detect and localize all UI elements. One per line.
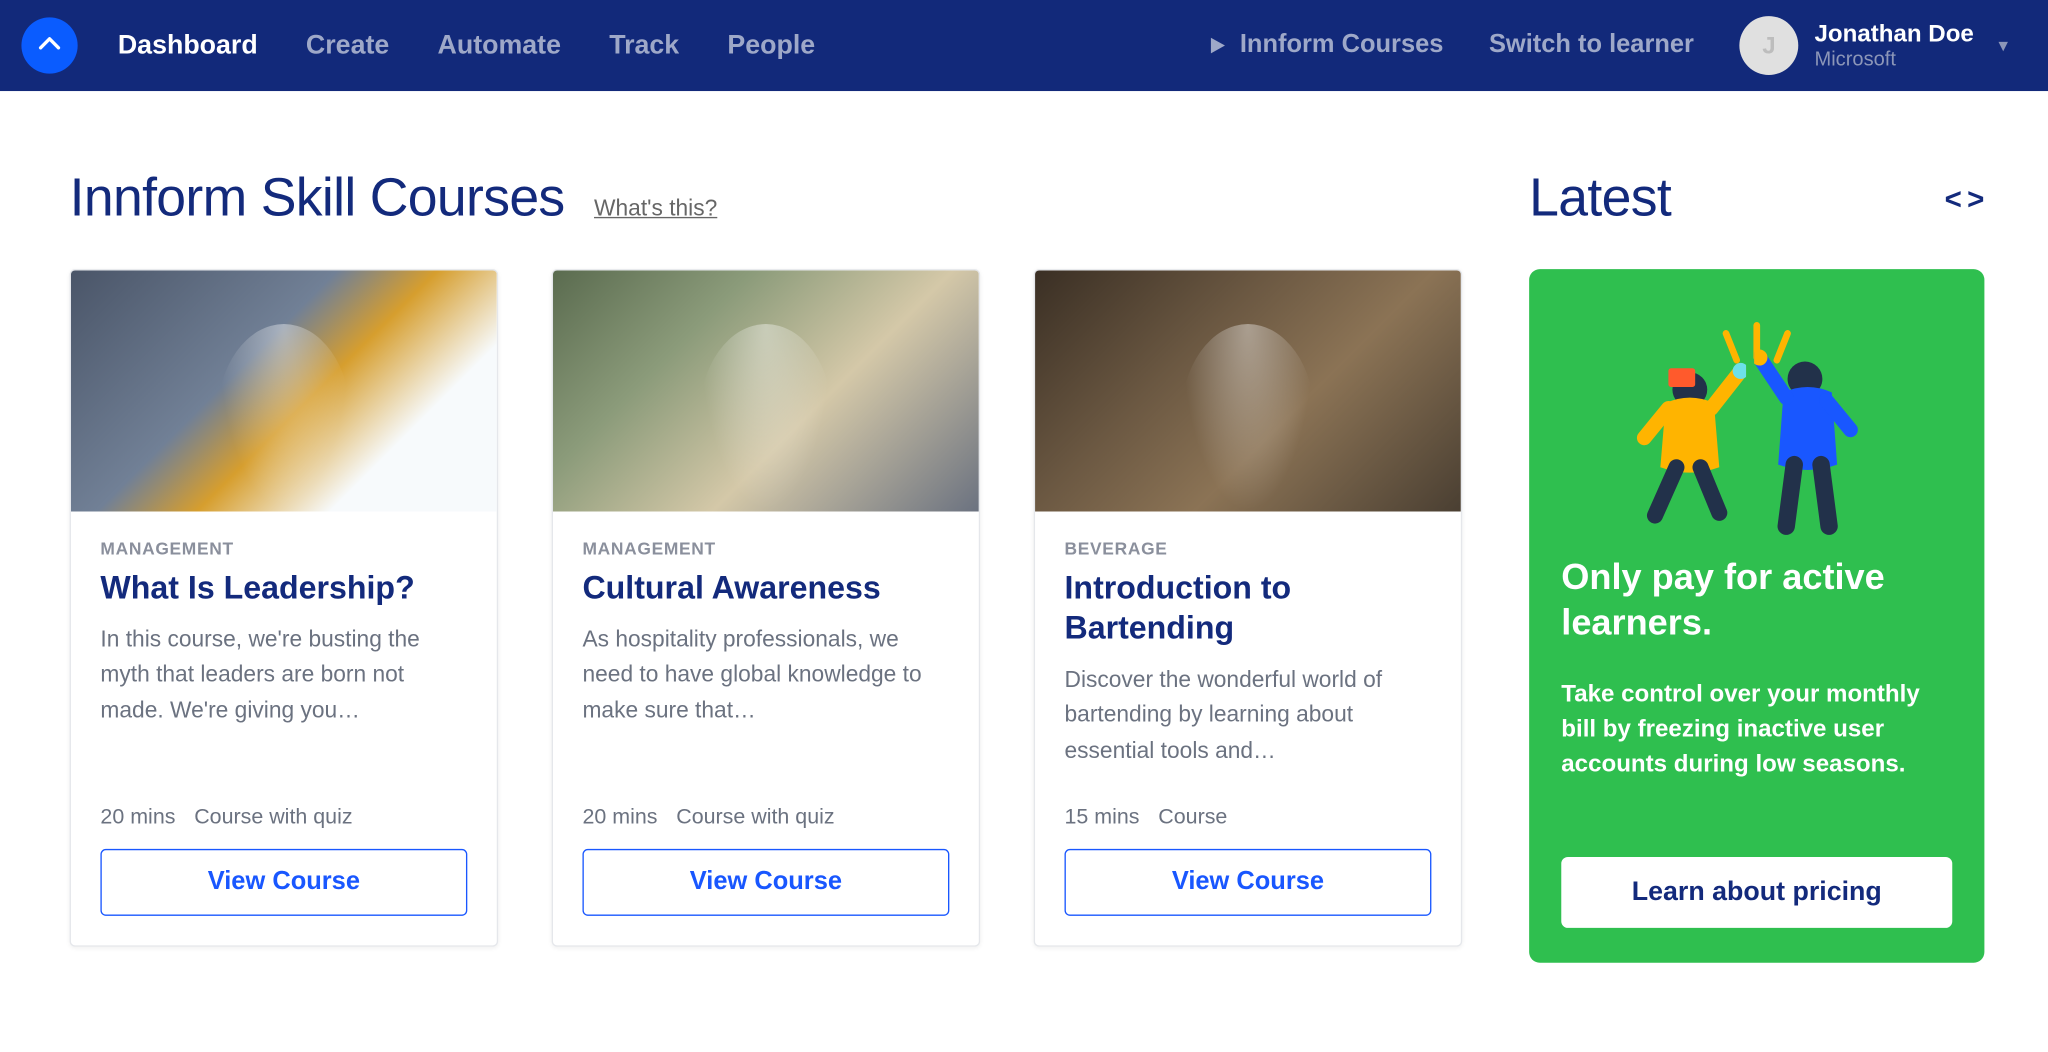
chevron-down-icon: ▼ [1995,36,2011,55]
course-category: MANAGEMENT [582,538,949,558]
promo-card: Only pay for active learners. Take contr… [1529,269,1984,963]
innform-courses-link[interactable]: Innform Courses [1208,31,1444,60]
content: Innform Skill Courses What's this? MANAG… [0,91,2048,1016]
promo-text: Take control over your monthly bill by f… [1561,676,1952,781]
nav-people[interactable]: People [727,30,815,61]
nav-automate[interactable]: Automate [437,30,561,61]
course-category: BEVERAGE [1065,538,1432,558]
course-category: MANAGEMENT [100,538,467,558]
course-meta: 15 mins Course [1065,806,1432,830]
course-meta: 20 mins Course with quiz [100,806,467,830]
innform-courses-label: Innform Courses [1240,31,1444,60]
course-duration: 20 mins [582,806,657,830]
learn-about-pricing-button[interactable]: Learn about pricing [1561,857,1952,928]
carousel-prev[interactable]: < [1945,181,1962,216]
course-description: In this course, we're busting the myth t… [100,623,467,729]
header-right: Innform Courses Switch to learner J Jona… [1208,16,2011,75]
latest-head: Latest < > [1529,169,1984,229]
user-text: Jonathan Doe Microsoft [1814,20,1973,71]
promo-illustration [1561,299,1952,540]
nav-dashboard[interactable]: Dashboard [118,30,258,61]
user-org: Microsoft [1814,48,1973,71]
courses-section: Innform Skill Courses What's this? MANAG… [70,169,1476,963]
course-title: Introduction to Bartending [1065,569,1432,649]
person-right-icon [1754,341,1875,542]
view-course-button[interactable]: View Course [100,849,467,916]
section-head: Innform Skill Courses What's this? [70,169,1476,229]
play-icon [1208,36,1227,55]
view-course-button[interactable]: View Course [582,849,949,916]
cards-row: MANAGEMENT What Is Leadership? In this c… [70,269,1476,947]
main-nav: Dashboard Create Automate Track People [118,30,815,61]
course-thumbnail [1035,270,1461,511]
carousel-next[interactable]: > [1967,181,1984,216]
latest-section: Latest < > [1529,169,1984,963]
course-description: Discover the wonderful world of bartendi… [1065,663,1432,769]
view-course-button[interactable]: View Course [1065,849,1432,916]
latest-title: Latest [1529,169,1671,229]
logo[interactable] [21,17,77,73]
course-thumbnail [553,270,979,511]
carousel-controls: < > [1945,181,1985,216]
promo-title: Only pay for active learners. [1561,556,1952,646]
nav-track[interactable]: Track [609,30,679,61]
user-menu[interactable]: J Jonathan Doe Microsoft ▼ [1739,16,2011,75]
course-type: Course [1158,806,1227,830]
home-icon [36,32,63,59]
course-type: Course with quiz [676,806,834,830]
course-meta: 20 mins Course with quiz [582,806,949,830]
app-header: Dashboard Create Automate Track People I… [0,0,2048,91]
course-card: MANAGEMENT Cultural Awareness As hospita… [552,269,980,947]
whats-this-link[interactable]: What's this? [594,195,717,222]
course-duration: 15 mins [1065,806,1140,830]
nav-create[interactable]: Create [306,30,389,61]
course-title: What Is Leadership? [100,569,467,609]
person-left-icon [1626,352,1747,539]
switch-to-learner-link[interactable]: Switch to learner [1489,31,1694,60]
course-title: Cultural Awareness [582,569,949,609]
course-duration: 20 mins [100,806,175,830]
avatar: J [1739,16,1798,75]
course-card: MANAGEMENT What Is Leadership? In this c… [70,269,498,947]
user-name: Jonathan Doe [1814,20,1973,48]
section-title: Innform Skill Courses [70,169,565,229]
course-card: BEVERAGE Introduction to Bartending Disc… [1034,269,1462,947]
course-thumbnail [71,270,497,511]
course-description: As hospitality professionals, we need to… [582,623,949,729]
course-type: Course with quiz [194,806,352,830]
